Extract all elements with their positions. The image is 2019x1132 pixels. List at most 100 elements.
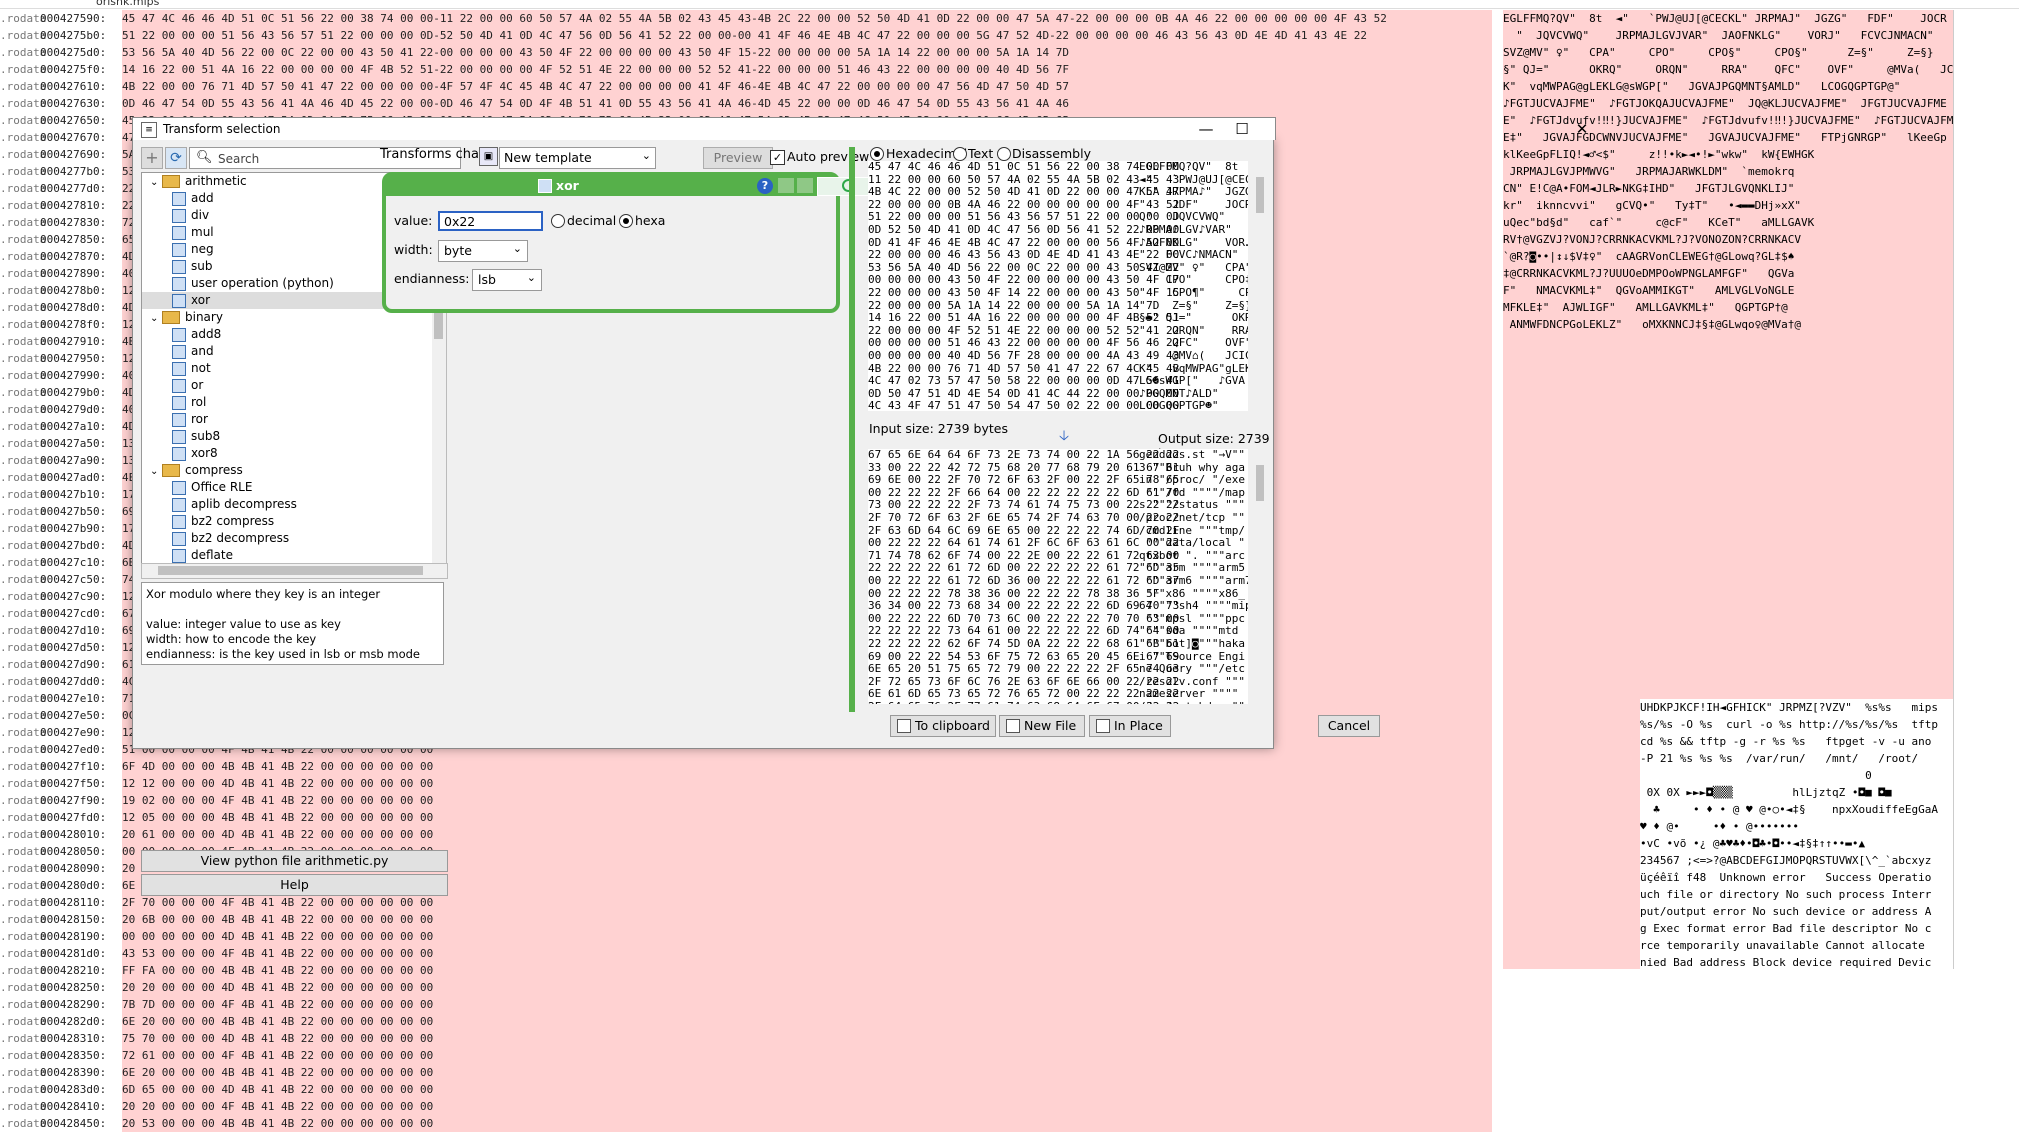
output-hex-view[interactable]: 67 65 6E 64 64 6F 73 2E 73 74 00 22 1A 5…: [868, 449, 1248, 704]
row-hex-bytes[interactable]: 75 70 00 00 00 4D 4B 41 4B 22 00 00 00 0…: [122, 1030, 1492, 1047]
row-hex-bytes[interactable]: 20 6B 00 00 00 4B 4B 41 4B 22 00 00 00 0…: [122, 911, 1492, 928]
hex-row[interactable]: .rodata0004283d0: 6D 65 00 00 00 4D 4B 41…: [0, 1081, 1500, 1098]
hexadecimal-radio[interactable]: [870, 147, 884, 161]
close-window-button[interactable]: ✕: [1561, 118, 1603, 140]
input-scrollbar[interactable]: [1253, 161, 1267, 411]
endianness-label: endianness:: [394, 271, 470, 286]
row-hex-bytes[interactable]: 14 16 22 00 51 4A 16 22 00 00 00 00 4F 4…: [122, 61, 1492, 78]
node-help-icon[interactable]: ?: [757, 178, 773, 194]
cancel-button[interactable]: Cancel: [1318, 715, 1380, 737]
hex-row[interactable]: .rodata000427590: 45 47 4C 46 46 4D 51 0C…: [0, 10, 1500, 27]
row-address: 000428250:: [40, 981, 107, 994]
transform-icon: [172, 361, 186, 376]
hex-row[interactable]: .rodata000428190: 00 00 00 00 00 4D 4B 41…: [0, 928, 1500, 945]
row-hex-bytes[interactable]: 43 53 00 00 00 4F 4B 41 4B 22 00 00 00 0…: [122, 945, 1492, 962]
row-hex-bytes[interactable]: 00 00 00 00 00 4D 4B 41 4B 22 00 00 00 0…: [122, 928, 1492, 945]
row-hex-bytes[interactable]: 0D 46 47 54 0D 55 43 56 41 4A 46 4D 45 2…: [122, 95, 1492, 112]
hex-row[interactable]: .rodata000428450: 20 53 00 00 00 4B 4B 41…: [0, 1115, 1500, 1132]
hex-row[interactable]: .rodata0004281d0: 43 53 00 00 00 4F 4B 41…: [0, 945, 1500, 962]
row-hex-bytes[interactable]: 20 20 00 00 00 4F 4B 41 4B 22 00 00 00 0…: [122, 1098, 1492, 1115]
hex-row[interactable]: .rodata000427f90: 19 02 00 00 00 4F 4B 41…: [0, 792, 1500, 809]
background-scrollbar[interactable]: [1953, 10, 2019, 969]
hex-row[interactable]: .rodata000428310: 75 70 00 00 00 4D 4B 41…: [0, 1030, 1500, 1047]
hex-row[interactable]: .rodata000428350: 72 61 00 00 00 4F 4B 41…: [0, 1047, 1500, 1064]
row-hex-bytes[interactable]: 6E 20 00 00 00 4B 4B 41 4B 22 00 00 00 0…: [122, 1013, 1492, 1030]
input-hex-view[interactable]: 45 47 4C 46 46 4D 51 0C 51 56 22 00 38 7…: [868, 161, 1248, 411]
tree-item-label: aplib decompress: [191, 497, 297, 511]
hex-row[interactable]: .rodata000427fd0: 12 05 00 00 00 4B 4B 41…: [0, 809, 1500, 826]
expand-icon[interactable]: ⌄: [150, 310, 162, 327]
row-hex-bytes[interactable]: 20 20 00 00 00 4D 4B 41 4B 22 00 00 00 0…: [122, 979, 1492, 996]
help-button[interactable]: Help: [141, 874, 448, 896]
hex-row[interactable]: .rodata000427610: 4B 22 00 00 76 71 4D 57…: [0, 78, 1500, 95]
segment-name: .rodata: [0, 794, 47, 807]
auto-preview-checkbox[interactable]: ✓: [770, 150, 785, 165]
hex-row[interactable]: .rodata000427f50: 12 12 00 00 00 4D 4B 41…: [0, 775, 1500, 792]
row-hex-bytes[interactable]: 20 53 00 00 00 4B 4B 41 4B 22 00 00 00 0…: [122, 1115, 1492, 1132]
value-input[interactable]: [438, 211, 543, 231]
expand-icon[interactable]: ⌄: [150, 463, 162, 480]
row-hex-bytes[interactable]: 45 47 4C 46 46 4D 51 0C 51 56 22 00 38 7…: [122, 10, 1492, 27]
hexa-radio[interactable]: [619, 214, 633, 228]
tree-item-label: deflate: [191, 548, 233, 562]
move-down-icon[interactable]: [797, 178, 813, 193]
hex-row[interactable]: .rodata000428210: FF FA 00 00 00 4B 4B 41…: [0, 962, 1500, 979]
row-hex-bytes[interactable]: 20 61 00 00 00 4D 4B 41 4B 22 00 00 00 0…: [122, 826, 1492, 843]
hex-row[interactable]: .rodata000428010: 20 61 00 00 00 4D 4B 41…: [0, 826, 1500, 843]
decimal-radio[interactable]: [551, 214, 565, 228]
row-hex-bytes[interactable]: 4B 22 00 00 76 71 4D 57 50 41 47 22 00 0…: [122, 78, 1492, 95]
transform-icon: [172, 412, 186, 427]
row-hex-bytes[interactable]: 51 22 00 00 00 51 56 43 56 57 51 22 00 0…: [122, 27, 1492, 44]
hex-row[interactable]: .rodata000427630: 0D 46 47 54 0D 55 43 56…: [0, 95, 1500, 112]
hex-row[interactable]: .rodata000428390: 6E 20 00 00 00 4B 4B 41…: [0, 1064, 1500, 1081]
hex-row[interactable]: .rodata0004282d0: 6E 20 00 00 00 4B 4B 41…: [0, 1013, 1500, 1030]
row-hex-bytes[interactable]: 7B 7D 00 00 00 4F 4B 41 4B 22 00 00 00 0…: [122, 996, 1492, 1013]
hex-row[interactable]: .rodata0004275b0: 51 22 00 00 00 51 56 43…: [0, 27, 1500, 44]
row-hex-bytes[interactable]: 72 61 00 00 00 4F 4B 41 4B 22 00 00 00 0…: [122, 1047, 1492, 1064]
new-file-button[interactable]: New File: [999, 715, 1085, 737]
disassembly-radio[interactable]: [997, 147, 1011, 161]
row-hex-bytes[interactable]: 53 56 5A 40 4D 56 22 00 0C 22 00 00 43 5…: [122, 44, 1492, 61]
background-ascii-panel-lower[interactable]: UHDKPJKCF!IH◄GFHICK" JRPMZ[?VZV" %s%s mi…: [1640, 699, 1953, 969]
refresh-icon[interactable]: ⟳: [165, 147, 187, 169]
row-hex-bytes[interactable]: 6F 4D 00 00 00 4B 4B 41 4B 22 00 00 00 0…: [122, 758, 1492, 775]
row-hex-bytes[interactable]: 6E 20 00 00 00 4B 4B 41 4B 22 00 00 00 0…: [122, 1064, 1492, 1081]
move-up-icon[interactable]: [778, 178, 794, 193]
output-scroll-thumb[interactable]: [1256, 465, 1264, 501]
save-template-icon[interactable]: ▣: [479, 147, 498, 166]
row-hex-bytes[interactable]: 2F 70 00 00 00 4F 4B 41 4B 22 00 00 00 0…: [122, 894, 1492, 911]
row-address: 000428290:: [40, 998, 107, 1011]
hex-row[interactable]: .rodata000428410: 20 20 00 00 00 4F 4B 41…: [0, 1098, 1500, 1115]
hex-row[interactable]: .rodata000427f10: 6F 4D 00 00 00 4B 4B 41…: [0, 758, 1500, 775]
tree-category-label: binary: [185, 310, 223, 324]
endianness-select[interactable]: lsb ⌄: [472, 269, 542, 291]
output-scrollbar[interactable]: [1253, 449, 1267, 704]
arrow-down-icon: 🡣: [1059, 428, 1070, 444]
row-hex-bytes[interactable]: 19 02 00 00 00 4F 4B 41 4B 22 00 00 00 0…: [122, 792, 1492, 809]
maximize-button[interactable]: ☐: [1221, 118, 1263, 140]
hex-row[interactable]: .rodata0004275f0: 14 16 22 00 51 4A 16 22…: [0, 61, 1500, 78]
hex-row[interactable]: .rodata000428290: 7B 7D 00 00 00 4F 4B 41…: [0, 996, 1500, 1013]
to-clipboard-button[interactable]: To clipboard: [890, 715, 996, 737]
input-scroll-thumb[interactable]: [1256, 177, 1264, 213]
expand-icon[interactable]: ⌄: [150, 174, 162, 191]
row-hex-bytes[interactable]: 12 12 00 00 00 4D 4B 41 4B 22 00 00 00 0…: [122, 775, 1492, 792]
width-select[interactable]: byte ⌄: [438, 240, 528, 262]
add-icon[interactable]: +: [141, 147, 163, 169]
hex-row[interactable]: .rodata000428110: 2F 70 00 00 00 4F 4B 41…: [0, 894, 1500, 911]
in-place-button[interactable]: In Place: [1089, 715, 1171, 737]
preview-button[interactable]: Preview: [703, 147, 773, 169]
row-hex-bytes[interactable]: 6D 65 00 00 00 4D 4B 41 4B 22 00 00 00 0…: [122, 1081, 1492, 1098]
row-hex-bytes[interactable]: FF FA 00 00 00 4B 4B 41 4B 22 00 00 00 0…: [122, 962, 1492, 979]
row-hex-bytes[interactable]: 12 05 00 00 00 4B 4B 41 4B 22 00 00 00 0…: [122, 809, 1492, 826]
hex-row[interactable]: .rodata000428150: 20 6B 00 00 00 4B 4B 41…: [0, 911, 1500, 928]
xor-node-header[interactable]: xor ? ✕: [386, 176, 895, 196]
run-node-button[interactable]: [817, 177, 875, 196]
view-python-button[interactable]: View python file arithmetic.py: [141, 850, 448, 872]
hex-row[interactable]: .rodata000428250: 20 20 00 00 00 4D 4B 41…: [0, 979, 1500, 996]
transform-icon: [172, 548, 186, 563]
template-select[interactable]: New template ⌄: [499, 147, 656, 169]
segment-name: .rodata: [0, 250, 47, 263]
text-radio[interactable]: [953, 147, 967, 161]
hex-row[interactable]: .rodata0004275d0: 53 56 5A 40 4D 56 22 00…: [0, 44, 1500, 61]
